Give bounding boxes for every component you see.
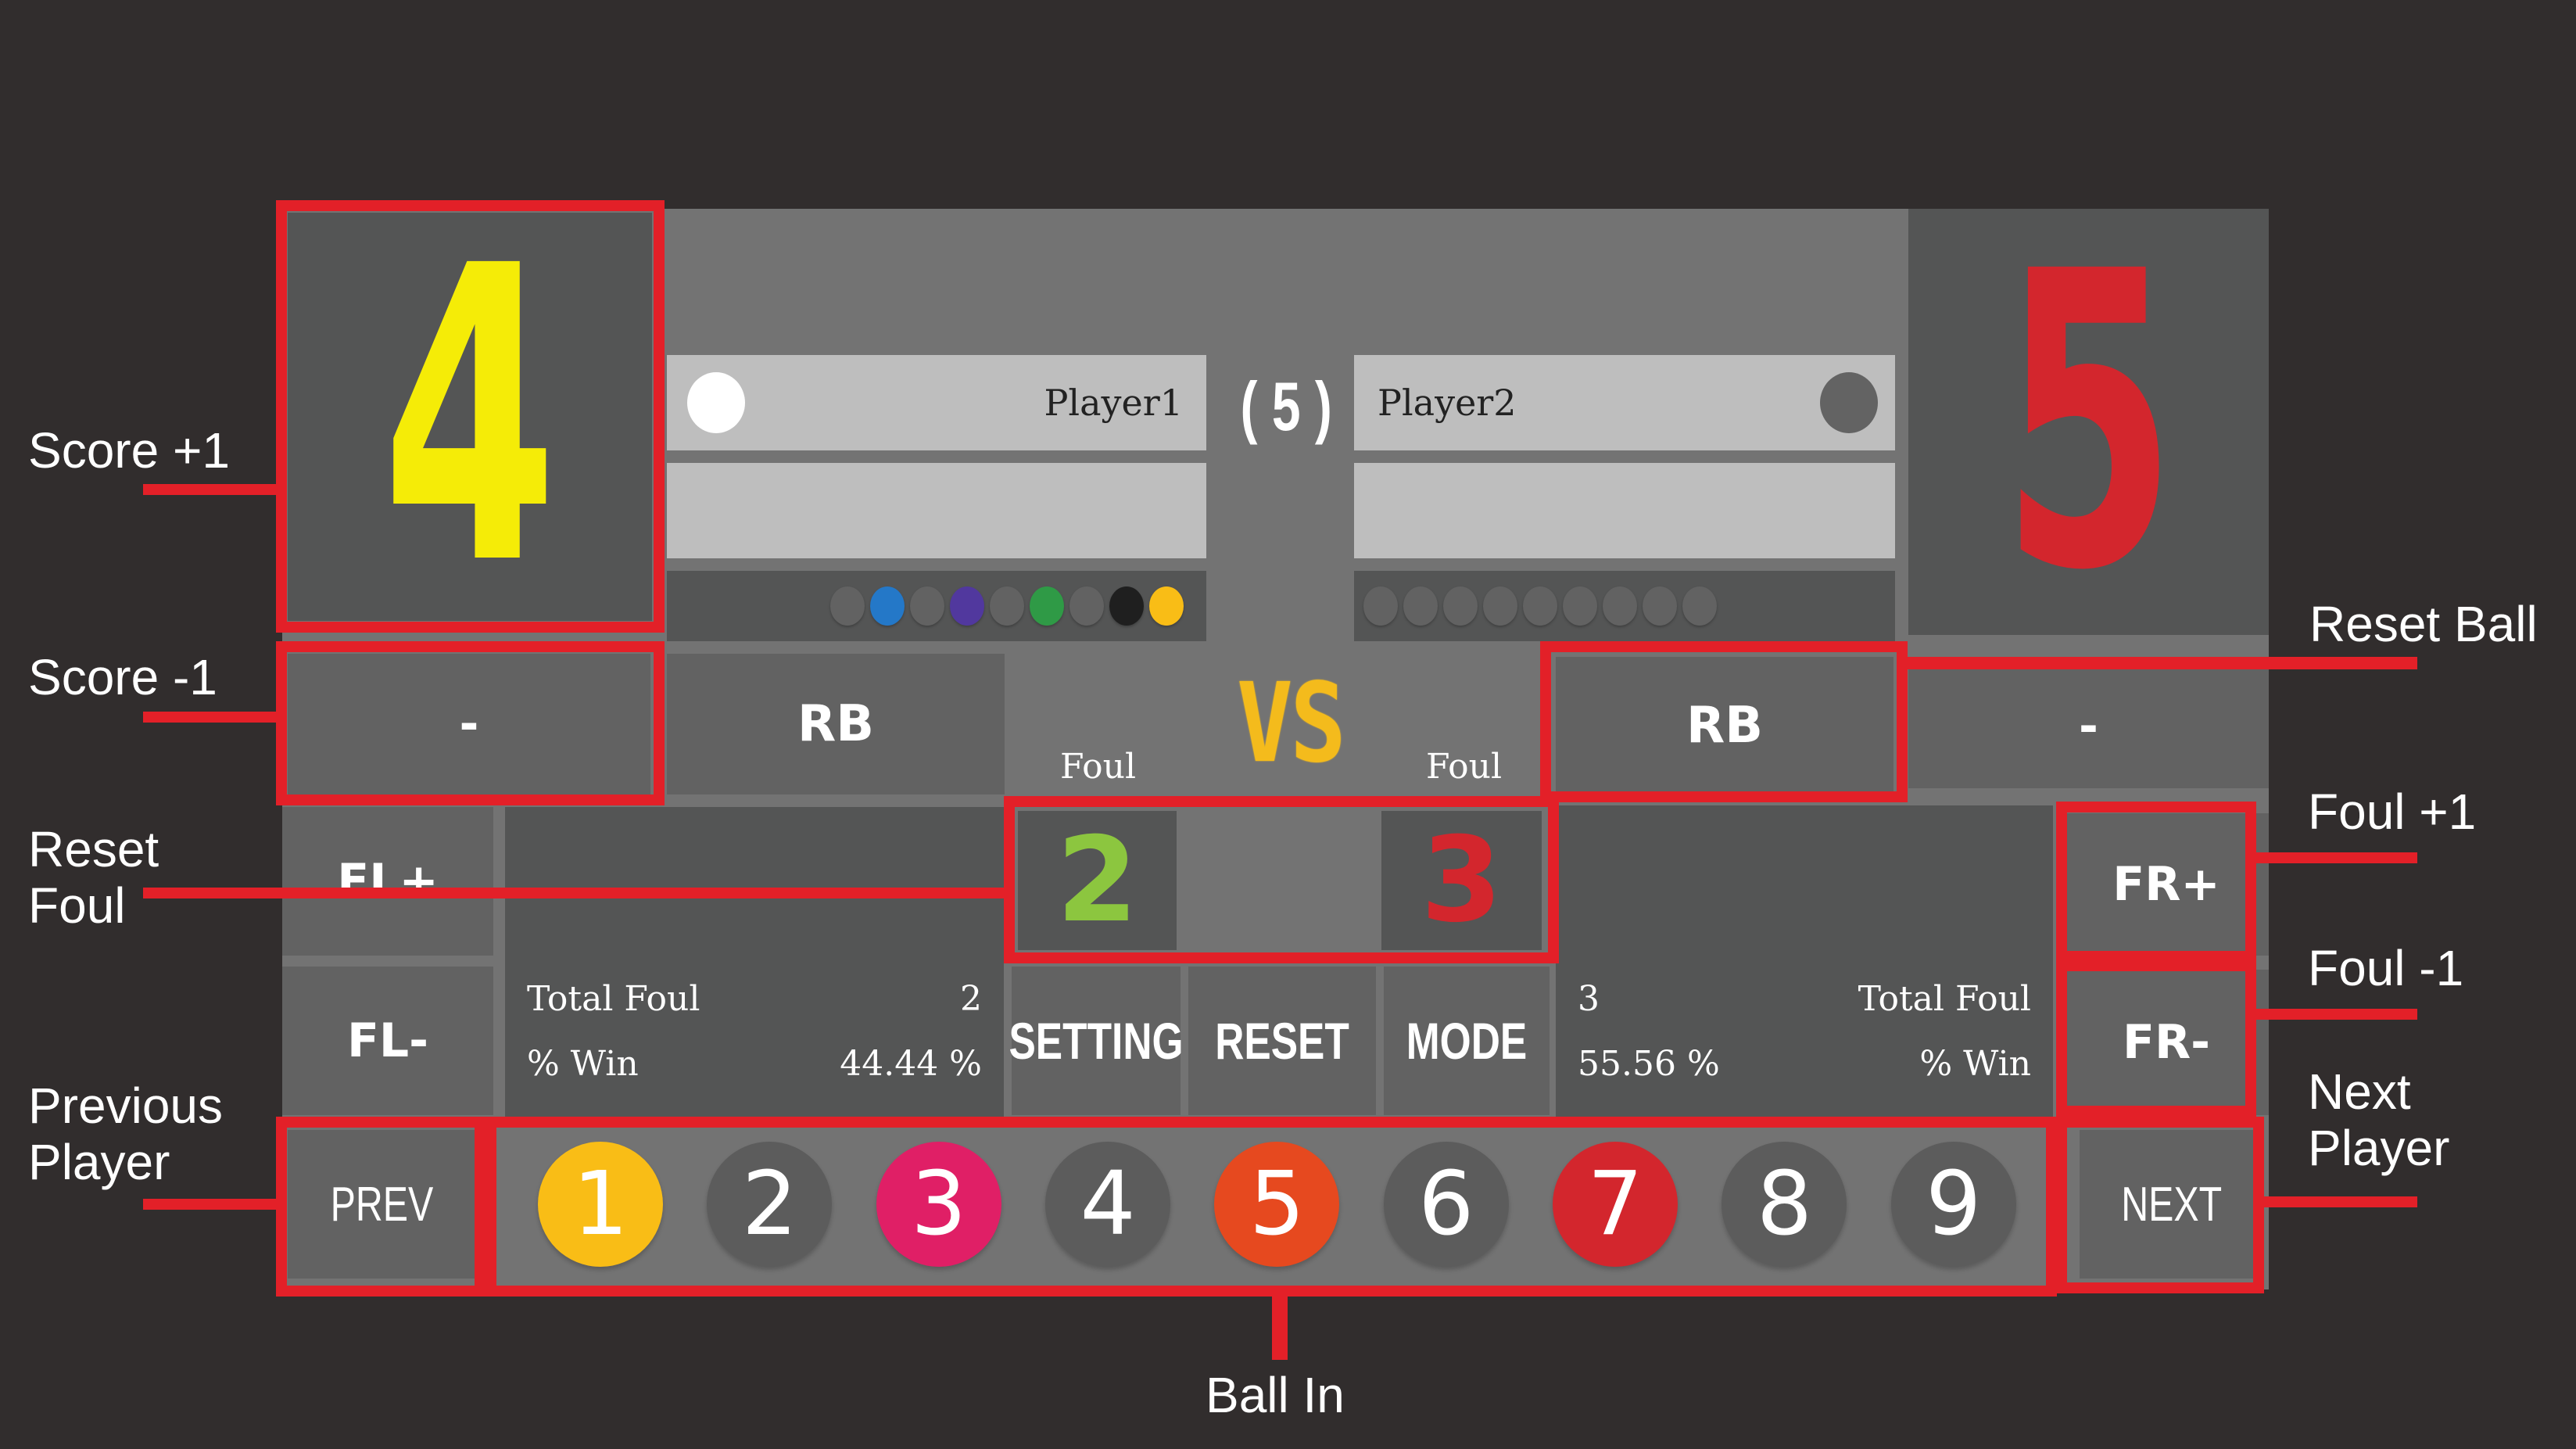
player2-tray-ball-9 (1682, 586, 1717, 626)
annotation-previous-player: Previous Player (28, 1078, 223, 1190)
annotation-frame-foul-plus (2056, 802, 2256, 962)
player1-win-label: % Win (527, 1044, 639, 1084)
player1-foul-label: Foul (1060, 747, 1137, 787)
player2-tray-ball-2 (1403, 586, 1438, 626)
annotation-line (1908, 657, 2417, 669)
annotation-ball-in: Ball In (1206, 1367, 1345, 1423)
annotation-frame-reset-foul (1004, 796, 1559, 963)
player2-score-button[interactable]: 5 (1908, 209, 2269, 635)
player2-tray-ball-1 (1363, 586, 1398, 626)
annotation-next-player: Next Player (2308, 1063, 2450, 1176)
player1-name: Player1 (1044, 382, 1183, 424)
annotation-frame-foul-minus (2056, 960, 2256, 1117)
annotation-line (143, 712, 278, 723)
player2-tray-ball-5 (1523, 586, 1557, 626)
player1-tray-ball-7 (1069, 586, 1104, 626)
player1-total-foul-label: Total Foul (527, 979, 700, 1019)
annotation-frame-ball-in (485, 1117, 2057, 1297)
player1-win-value: 44.44 % (840, 1044, 982, 1084)
player1-tray-ball-9 (1149, 586, 1184, 626)
player2-name-bar[interactable]: Player2 (1354, 355, 1895, 450)
player2-score-minus-button[interactable]: - (1908, 665, 2269, 788)
player1-total-foul-value: 2 (960, 979, 982, 1019)
player2-tray-ball-3 (1443, 586, 1478, 626)
player1-name-bar[interactable]: Player1 (667, 355, 1206, 450)
annotation-reset-ball: Reset Ball (2309, 596, 2538, 652)
annotation-foul-plus: Foul +1 (2308, 784, 2477, 840)
player2-total-foul-value: 3 (1578, 979, 1600, 1019)
player2-tray-ball-7 (1603, 586, 1637, 626)
player1-tray-ball-5 (990, 586, 1024, 626)
player2-total-foul-label: Total Foul (1858, 979, 2031, 1019)
annotation-line (2255, 852, 2417, 863)
player2-foul-label: Foul (1426, 747, 1503, 787)
annotation-line (1272, 1294, 1288, 1360)
reset-button[interactable]: RESET (1188, 967, 1376, 1115)
annotation-line (2255, 1196, 2417, 1207)
player1-stats-panel: Total Foul 2 % Win 44.44 % (505, 807, 1004, 1117)
annotation-line (143, 1199, 278, 1210)
vs-label: VS (1236, 659, 1346, 787)
annotation-frame-score-minus (276, 641, 665, 805)
player2-stats-panel: 3 Total Foul 55.56 % % Win (1556, 805, 2053, 1117)
player1-tray-ball-1 (830, 586, 865, 626)
rack-count: ( 5 ) (1240, 368, 1332, 445)
annotation-reset-foul: Reset Foul (28, 821, 159, 934)
annotation-frame-prev (276, 1117, 485, 1297)
annotation-line (143, 888, 1011, 898)
annotation-foul-minus: Foul -1 (2308, 940, 2464, 996)
player1-ball-tray (667, 571, 1206, 641)
setting-button[interactable]: SETTING (1009, 967, 1184, 1115)
player1-tray-ball-4 (950, 586, 984, 626)
player2-tray-ball-8 (1643, 586, 1677, 626)
player1-tray-ball-6 (1030, 586, 1064, 626)
annotation-line (2255, 1009, 2417, 1020)
player2-tray-ball-4 (1483, 586, 1517, 626)
annotation-frame-score-plus (276, 200, 665, 633)
annotation-score-minus: Score -1 (28, 649, 217, 705)
foul-left-plus-button[interactable]: FL+ (282, 807, 493, 956)
player2-tray-ball-6 (1563, 586, 1597, 626)
player2-info-bar (1354, 463, 1895, 558)
player1-info-bar (667, 463, 1206, 558)
player1-tray-ball-2 (870, 586, 905, 626)
player2-name: Player2 (1378, 382, 1517, 424)
annotation-line (143, 484, 278, 495)
player2-win-label: % Win (1919, 1044, 2031, 1084)
player2-turn-indicator-icon (1820, 372, 1878, 433)
player2-win-value: 55.56 % (1578, 1044, 1720, 1084)
annotation-frame-reset-ball (1540, 641, 1908, 802)
player1-turn-indicator-icon (687, 372, 745, 433)
player2-score: 5 (2001, 185, 2177, 659)
player1-tray-ball-8 (1109, 586, 1144, 626)
player1-reset-ball-button[interactable]: RB (667, 654, 1005, 794)
foul-left-minus-button[interactable]: FL- (282, 967, 493, 1115)
annotation-frame-next (2056, 1117, 2264, 1293)
annotation-score-plus: Score +1 (28, 422, 230, 479)
player2-ball-tray (1354, 571, 1895, 641)
player1-tray-ball-3 (910, 586, 944, 626)
mode-button[interactable]: MODE (1384, 967, 1550, 1115)
